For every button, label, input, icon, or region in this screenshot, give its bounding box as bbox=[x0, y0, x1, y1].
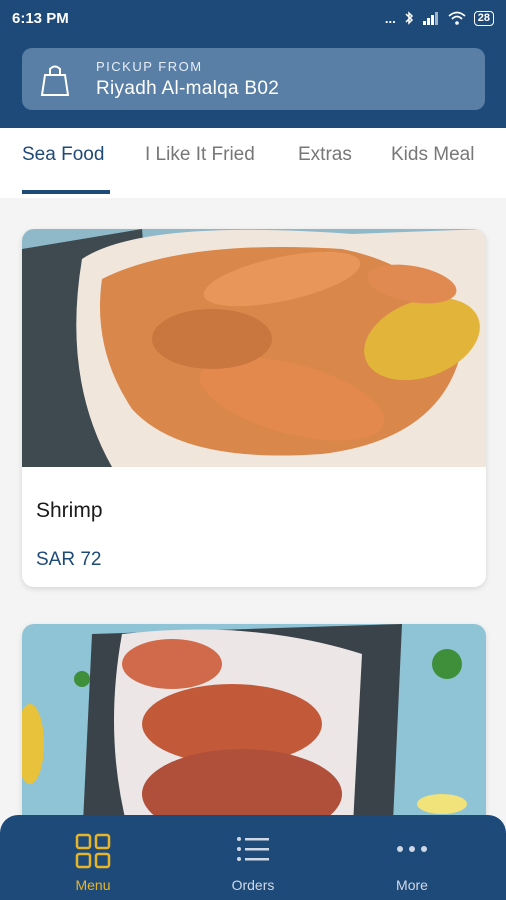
tab-kids-meal[interactable]: Kids Meal bbox=[391, 144, 474, 166]
header: PICKUP FROM Riyadh Al-malqa B02 bbox=[0, 36, 506, 128]
nav-orders[interactable]: Orders bbox=[193, 815, 313, 900]
menu-item-card[interactable] bbox=[22, 624, 486, 844]
pickup-text: PICKUP FROM Riyadh Al-malqa B02 bbox=[96, 59, 279, 100]
more-dots-icon bbox=[397, 846, 427, 852]
pickup-selector[interactable]: PICKUP FROM Riyadh Al-malqa B02 bbox=[22, 48, 485, 110]
status-bar: 6:13 PM ... 28 bbox=[0, 0, 506, 36]
pickup-label: PICKUP FROM bbox=[96, 58, 203, 74]
tab-extras[interactable]: Extras bbox=[298, 144, 352, 166]
battery-indicator: 28 bbox=[473, 10, 494, 26]
grid-icon bbox=[75, 833, 111, 869]
bluetooth-icon bbox=[405, 11, 413, 25]
nav-menu-label: Menu bbox=[75, 877, 111, 893]
cell-signal-icon bbox=[422, 12, 438, 25]
wifi-icon bbox=[448, 11, 466, 25]
list-icon bbox=[237, 837, 269, 861]
tab-sea-food[interactable]: Sea Food bbox=[22, 144, 104, 166]
nav-orders-label: Orders bbox=[231, 877, 275, 893]
status-icons: ... 28 bbox=[384, 10, 494, 26]
shrimp-photo bbox=[22, 229, 486, 467]
pickup-location: Riyadh Al-malqa B02 bbox=[96, 77, 280, 99]
status-time: 6:13 PM bbox=[12, 9, 69, 27]
bottom-navigation: Menu Orders More bbox=[0, 815, 506, 900]
active-tab-indicator bbox=[22, 190, 110, 194]
nav-more[interactable]: More bbox=[352, 815, 472, 900]
menu-item-name: Shrimp bbox=[36, 499, 103, 522]
menu-item-price: SAR 72 bbox=[36, 549, 102, 570]
crab-photo bbox=[22, 624, 486, 844]
category-tabs: Sea Food I Like It Fried Extras Kids Mea… bbox=[0, 128, 506, 198]
menu-item-card[interactable]: Shrimp SAR 72 bbox=[22, 229, 486, 587]
tab-i-like-it-fried[interactable]: I Like It Fried bbox=[145, 144, 255, 166]
shopping-bag-icon bbox=[40, 65, 70, 96]
nav-more-label: More bbox=[396, 877, 428, 893]
signal-dots: ... bbox=[384, 10, 396, 26]
nav-menu[interactable]: Menu bbox=[33, 815, 153, 900]
